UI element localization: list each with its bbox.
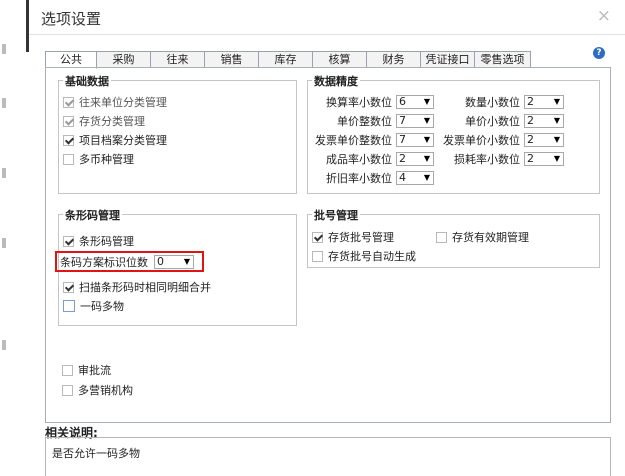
- tab-inventory[interactable]: 库存: [259, 51, 313, 68]
- precision-row: 折旧率小数位 4 ▼: [308, 171, 434, 185]
- checkbox-multi-marketing-org[interactable]: 多营销机构: [62, 383, 133, 397]
- options-dialog: 选项设置 × 公共 采购 往来 销售 库存 核算 财务 凭证接口 零售选项 ? …: [29, 0, 625, 476]
- checkbox-icon[interactable]: [312, 250, 323, 262]
- precision-row: 换算率小数位 6 ▼: [308, 95, 434, 109]
- basic-data-title: 基础数据: [63, 73, 111, 89]
- checkbox-icon[interactable]: [63, 300, 75, 312]
- checkbox-contact-category[interactable]: 往来单位分类管理: [63, 95, 167, 109]
- checkbox-icon[interactable]: [63, 235, 74, 247]
- description-text: 是否允许一码多物: [52, 447, 140, 460]
- precision-row: 数量小数位 2 ▼: [440, 95, 564, 109]
- data-precision-group: 数据精度 换算率小数位 6 ▼ 单价整数位 7 ▼ 发票单价整数位 7 ▼ 成品率小数…: [307, 73, 600, 194]
- checkbox-barcode-merge[interactable]: 扫描条形码时相同明细合并: [63, 280, 211, 294]
- tab-finance[interactable]: 财务: [367, 51, 421, 68]
- dropdown-arrow-icon: ▼: [553, 97, 560, 106]
- select-yield-decimals[interactable]: 2 ▼: [396, 152, 434, 166]
- checkbox-icon[interactable]: [63, 96, 74, 108]
- tab-bar: 公共 采购 往来 销售 库存 核算 财务 凭证接口 零售选项: [45, 51, 531, 69]
- precision-row: 发票单价小数位 2 ▼: [440, 133, 564, 147]
- select-barcode-digits[interactable]: 0 ▼: [154, 255, 194, 269]
- tab-sales[interactable]: 销售: [205, 51, 259, 68]
- dropdown-arrow-icon: ▼: [553, 154, 560, 163]
- help-icon[interactable]: ?: [593, 47, 605, 59]
- tab-contacts[interactable]: 往来: [151, 51, 205, 68]
- barcode-digits-row: 条码方案标识位数 0 ▼: [60, 255, 194, 269]
- dropdown-arrow-icon: ▼: [423, 116, 430, 125]
- precision-row: 单价整数位 7 ▼: [308, 114, 434, 128]
- background-window-edge: [0, 0, 29, 476]
- checkbox-icon[interactable]: [62, 364, 73, 376]
- checkbox-icon[interactable]: [436, 231, 447, 243]
- data-precision-title: 数据精度: [312, 73, 360, 89]
- select-price-decimals[interactable]: 2 ▼: [524, 114, 564, 128]
- checkbox-multi-currency[interactable]: 多币种管理: [63, 152, 134, 166]
- checkbox-batch-management[interactable]: 存货批号管理: [312, 230, 394, 244]
- precision-row: 单价小数位 2 ▼: [440, 114, 564, 128]
- close-icon[interactable]: ×: [597, 6, 611, 26]
- checkbox-batch-auto-generate[interactable]: 存货批号自动生成: [312, 249, 416, 263]
- tab-retail-options[interactable]: 零售选项: [475, 51, 531, 68]
- barcode-title: 条形码管理: [63, 207, 122, 223]
- dropdown-arrow-icon: ▼: [553, 116, 560, 125]
- dropdown-arrow-icon: ▼: [423, 173, 430, 182]
- precision-row: 成品率小数位 2 ▼: [308, 152, 434, 166]
- select-loss-decimals[interactable]: 2 ▼: [524, 152, 564, 166]
- barcode-digits-label: 条码方案标识位数: [60, 256, 148, 269]
- checkbox-icon[interactable]: [63, 115, 74, 127]
- checkbox-expiry-management[interactable]: 存货有效期管理: [436, 230, 529, 244]
- barcode-group: 条形码管理 条形码管理 条码方案标识位数 0 ▼ 扫描条形码时相同明细合并 一码多…: [55, 207, 297, 326]
- precision-row: 发票单价整数位 7 ▼: [308, 133, 434, 147]
- batch-title: 批号管理: [312, 207, 360, 223]
- tab-accounting[interactable]: 核算: [313, 51, 367, 68]
- select-invoice-price-decimals[interactable]: 2 ▼: [524, 133, 564, 147]
- checkbox-icon[interactable]: [63, 153, 74, 165]
- dropdown-arrow-icon: ▼: [423, 97, 430, 106]
- common-tab-panel: 基础数据 往来单位分类管理 存货分类管理 项目档案分类管理 多币种管理 数据精度: [45, 67, 611, 423]
- dropdown-arrow-icon: ▼: [183, 257, 190, 266]
- tab-purchase[interactable]: 采购: [97, 51, 151, 68]
- checkbox-approval-flow[interactable]: 审批流: [62, 363, 111, 377]
- dropdown-arrow-icon: ▼: [553, 135, 560, 144]
- checkbox-icon[interactable]: [312, 231, 323, 243]
- checkbox-barcode-management[interactable]: 条形码管理: [63, 234, 134, 248]
- select-invoice-price-integer[interactable]: 7 ▼: [396, 133, 434, 147]
- batch-group: 批号管理 存货批号管理 存货有效期管理 存货批号自动生成: [307, 207, 600, 268]
- checkbox-one-code-multi-item[interactable]: 一码多物: [63, 299, 124, 313]
- precision-row: 损耗率小数位 2 ▼: [440, 152, 564, 166]
- select-conversion-decimals[interactable]: 6 ▼: [396, 95, 434, 109]
- checkbox-stock-category[interactable]: 存货分类管理: [63, 114, 145, 128]
- checkbox-project-category[interactable]: 项目档案分类管理: [63, 133, 167, 147]
- tab-voucher-interface[interactable]: 凭证接口: [421, 51, 475, 68]
- dialog-title: 选项设置: [41, 10, 102, 28]
- select-price-integer[interactable]: 7 ▼: [396, 114, 434, 128]
- checkbox-icon[interactable]: [63, 281, 74, 293]
- dropdown-arrow-icon: ▼: [423, 135, 430, 144]
- basic-data-group: 基础数据 往来单位分类管理 存货分类管理 项目档案分类管理 多币种管理: [58, 73, 297, 194]
- checkbox-icon[interactable]: [62, 384, 73, 396]
- description-box: 是否允许一码多物: [45, 437, 611, 476]
- checkbox-icon[interactable]: [63, 134, 74, 146]
- select-depreciation-decimals[interactable]: 4 ▼: [396, 171, 434, 185]
- select-quantity-decimals[interactable]: 2 ▼: [524, 95, 564, 109]
- dropdown-arrow-icon: ▼: [423, 154, 430, 163]
